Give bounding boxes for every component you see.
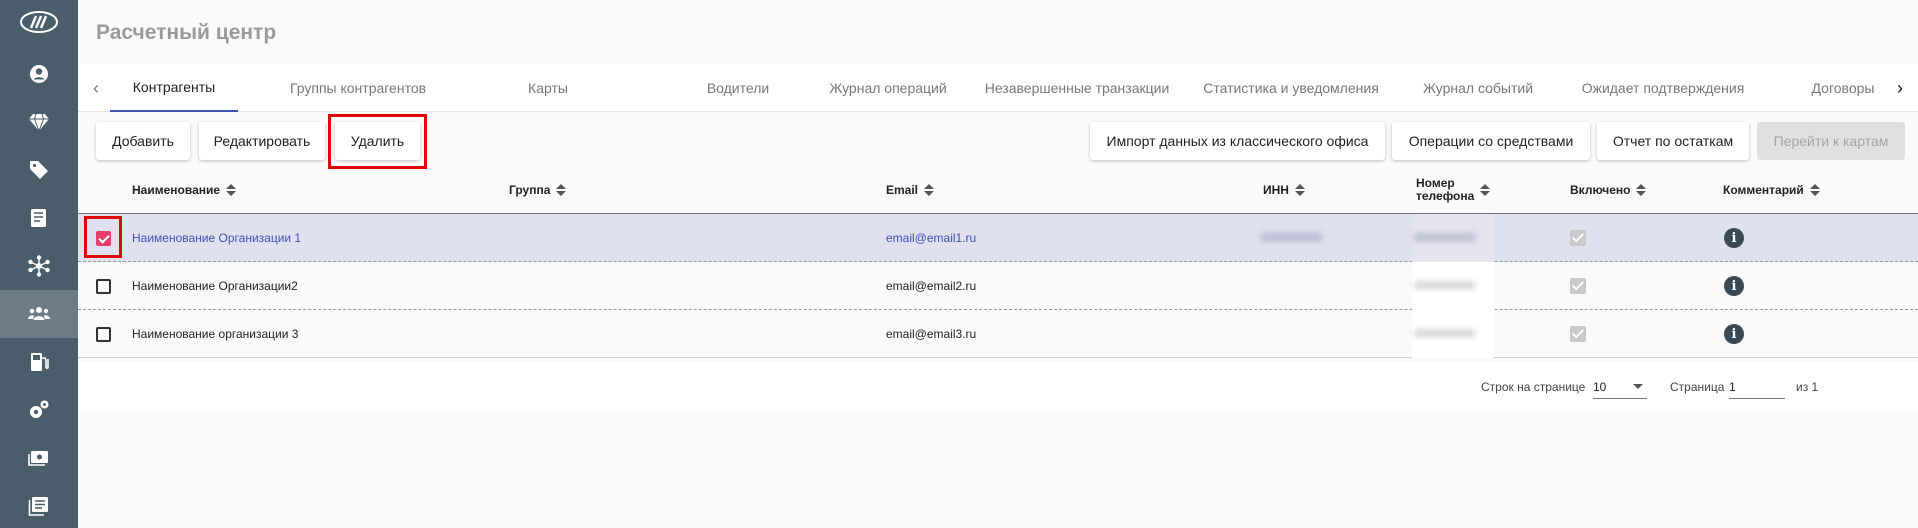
column-email-header[interactable]: Email xyxy=(886,166,935,214)
sidebar-item-diamond[interactable] xyxy=(0,98,78,146)
cell-email: email@email2.ru xyxy=(886,279,977,293)
info-icon[interactable]: i xyxy=(1724,228,1744,248)
row-checkbox[interactable] xyxy=(96,279,111,294)
users-icon xyxy=(28,307,50,320)
funds-operations-button[interactable]: Операции со средствами xyxy=(1392,122,1590,160)
import-button[interactable]: Импорт данных из классического офиса xyxy=(1090,122,1385,160)
cell-name: Наименование организации 3 xyxy=(132,327,299,341)
page-title: Расчетный центр xyxy=(96,21,277,44)
column-enabled-header[interactable]: Включено xyxy=(1570,166,1647,214)
gears-icon xyxy=(30,400,49,418)
cell-phone: 0000000000 xyxy=(1414,232,1476,244)
sidebar-item-profile[interactable] xyxy=(0,50,78,98)
table-row[interactable]: Наименование организации 3 email@email3.… xyxy=(78,310,1918,358)
page-count: из 1 xyxy=(1796,380,1819,394)
chevron-down-icon xyxy=(1633,384,1643,389)
info-icon[interactable]: i xyxy=(1724,276,1744,296)
tabs-scroll-right-button[interactable]: › xyxy=(1886,64,1914,112)
cell-inn: 0000000000 xyxy=(1261,232,1323,244)
tab-statistics[interactable]: Статистика и уведомления xyxy=(1176,64,1406,112)
page-input[interactable]: 1 xyxy=(1729,374,1785,399)
sidebar-item-contractors[interactable] xyxy=(0,290,78,338)
column-inn-header[interactable]: ИНН xyxy=(1263,166,1305,214)
edit-button[interactable]: Редактировать xyxy=(199,122,325,160)
table-header: Наименование Группа Email ИНН Номер телеф… xyxy=(78,166,1918,214)
cell-phone: 0000000000 xyxy=(1414,280,1476,292)
cell-name: Наименование Организации 1 xyxy=(132,231,302,245)
sort-icon xyxy=(556,184,567,196)
pagination: Строк на странице 10 Страница 1 из 1 ‹ › xyxy=(78,362,1918,412)
row-checkbox[interactable] xyxy=(96,231,111,246)
column-phone-header[interactable]: Номер телефона xyxy=(1416,166,1491,214)
tab-contractor-groups[interactable]: Группы контрагентов xyxy=(274,64,442,112)
sort-icon xyxy=(1636,184,1647,196)
tab-contractors[interactable]: Контрагенты xyxy=(110,64,238,112)
sidebar-item-documents[interactable] xyxy=(0,194,78,242)
sort-icon xyxy=(924,184,935,196)
tab-awaiting-confirmation[interactable]: Ожидает подтверждения xyxy=(1558,64,1768,112)
tab-incomplete-transactions[interactable]: Незавершенные транзакции xyxy=(952,64,1202,112)
sort-icon xyxy=(226,184,237,196)
add-button[interactable]: Добавить xyxy=(96,122,190,160)
sort-icon xyxy=(1480,184,1491,196)
tabs-scroll-left-button[interactable]: ‹ xyxy=(82,64,110,112)
balance-report-button[interactable]: Отчет по остаткам xyxy=(1597,122,1749,160)
table-row[interactable]: Наименование Организации2 email@email2.r… xyxy=(78,262,1918,310)
tag-icon xyxy=(30,161,48,179)
money-icon xyxy=(28,451,48,466)
cell-email: email@email1.ru xyxy=(886,231,977,245)
sidebar-item-finance[interactable] xyxy=(0,434,78,482)
delete-button[interactable]: Удалить xyxy=(335,122,420,160)
cell-phone: 0000000000 xyxy=(1414,328,1476,340)
network-icon xyxy=(28,255,50,277)
rows-per-page-label: Строк на странице xyxy=(1481,380,1586,394)
enabled-checkbox xyxy=(1570,278,1586,294)
table-row[interactable]: Наименование Организации 1 email@email1.… xyxy=(78,214,1918,262)
sort-icon xyxy=(1809,184,1820,196)
sort-icon xyxy=(1294,184,1305,196)
tab-cards[interactable]: Карты xyxy=(498,64,598,112)
go-to-cards-button[interactable]: Перейти к картам xyxy=(1757,122,1905,160)
row-checkbox[interactable] xyxy=(96,327,111,342)
diamond-icon xyxy=(29,113,49,133)
cell-email: email@email3.ru xyxy=(886,327,977,341)
chevron-right-icon: › xyxy=(1897,77,1903,98)
enabled-checkbox xyxy=(1570,230,1586,246)
column-name-header[interactable]: Наименование xyxy=(132,166,237,214)
logo-icon xyxy=(20,11,58,33)
info-icon[interactable]: i xyxy=(1724,324,1744,344)
tab-contracts[interactable]: Договоры xyxy=(1798,64,1888,112)
tab-drivers[interactable]: Водители xyxy=(688,64,788,112)
chevron-left-icon: ‹ xyxy=(93,77,99,98)
enabled-checkbox xyxy=(1570,326,1586,342)
sidebar xyxy=(0,0,78,528)
prev-page-button[interactable]: ‹ xyxy=(1911,374,1918,398)
tab-events-log[interactable]: Журнал событий xyxy=(1388,64,1568,112)
column-comment-header[interactable]: Комментарий xyxy=(1723,166,1820,214)
fuel-pump-icon xyxy=(31,353,49,371)
sidebar-item-settings[interactable] xyxy=(0,386,78,434)
cell-name: Наименование Организации2 xyxy=(132,279,298,293)
sidebar-item-tags[interactable] xyxy=(0,146,78,194)
page-label: Страница xyxy=(1670,380,1725,394)
user-circle-icon xyxy=(30,65,48,83)
sidebar-item-reports[interactable] xyxy=(0,482,78,528)
list-icon xyxy=(28,497,48,516)
column-group-header[interactable]: Группа xyxy=(509,166,567,214)
document-icon xyxy=(31,209,46,227)
sidebar-item-network[interactable] xyxy=(0,242,78,290)
sidebar-item-fuel[interactable] xyxy=(0,338,78,386)
tabs-bar: ‹ Контрагенты Группы контрагентов Карты … xyxy=(78,64,1918,112)
